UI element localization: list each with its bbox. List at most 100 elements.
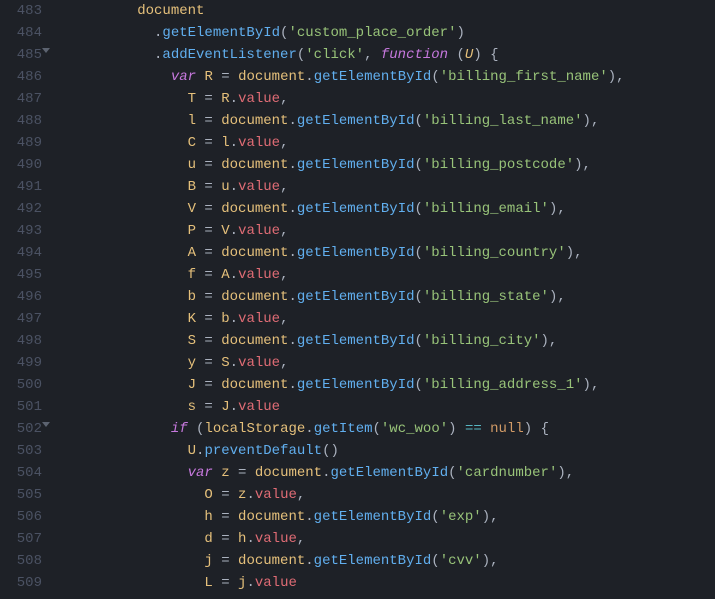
code-line[interactable]: C = l.value, — [70, 132, 715, 154]
code-line[interactable]: L = j.value — [70, 572, 715, 594]
line-number[interactable]: 493 — [6, 220, 42, 242]
line-number[interactable]: 485 — [6, 44, 42, 66]
line-number[interactable]: 486 — [6, 66, 42, 88]
line-number[interactable]: 483 — [6, 0, 42, 22]
code-line[interactable]: b = document.getElementById('billing_sta… — [70, 286, 715, 308]
token-pn: ), — [608, 69, 625, 85]
token-pn: . — [288, 289, 296, 305]
code-line[interactable]: var R = document.getElementById('billing… — [70, 66, 715, 88]
code-line[interactable]: O = z.value, — [70, 484, 715, 506]
code-line[interactable]: B = u.value, — [70, 176, 715, 198]
code-line[interactable]: var z = document.getElementById('cardnum… — [70, 462, 715, 484]
code-line[interactable]: .getElementById('custom_place_order') — [70, 22, 715, 44]
token-str: 'custom_place_order' — [288, 25, 456, 41]
line-number[interactable]: 505 — [6, 484, 42, 506]
line-number[interactable]: 503 — [6, 440, 42, 462]
code-line[interactable]: V = document.getElementById('billing_ema… — [70, 198, 715, 220]
token-str: 'click' — [305, 47, 364, 63]
line-number[interactable]: 509 — [6, 572, 42, 594]
token-pn: = — [196, 355, 221, 371]
token-pn: . — [305, 421, 313, 437]
token-pn: ( — [448, 47, 465, 63]
line-number[interactable]: 492 — [6, 198, 42, 220]
token-obj: document — [238, 553, 305, 569]
token-var: u — [221, 179, 229, 195]
code-line[interactable]: A = document.getElementById('billing_cou… — [70, 242, 715, 264]
token-pn: = — [196, 245, 221, 261]
token-obj: document — [221, 245, 288, 261]
token-pn: . — [305, 509, 313, 525]
code-line[interactable]: J = document.getElementById('billing_add… — [70, 374, 715, 396]
fold-indicator-icon[interactable] — [42, 422, 50, 427]
token-method: getElementById — [331, 465, 449, 481]
token-pn: = — [213, 531, 238, 547]
code-editor: 4834844854864874884894904914924934944954… — [0, 0, 715, 599]
line-number[interactable]: 496 — [6, 286, 42, 308]
token-method: getItem — [314, 421, 373, 437]
code-line[interactable]: y = S.value, — [70, 352, 715, 374]
token-method: getElementById — [297, 245, 415, 261]
token-pn: ), — [549, 201, 566, 217]
line-number[interactable]: 489 — [6, 132, 42, 154]
code-line[interactable]: u = document.getElementById('billing_pos… — [70, 154, 715, 176]
code-line[interactable]: P = V.value, — [70, 220, 715, 242]
line-number[interactable]: 501 — [6, 396, 42, 418]
token-obj: document — [238, 69, 305, 85]
line-number[interactable]: 498 — [6, 330, 42, 352]
token-str: 'billing_address_1' — [423, 377, 583, 393]
token-obj: localStorage — [204, 421, 305, 437]
code-line[interactable]: document — [70, 0, 715, 22]
token-pn: ) — [448, 421, 465, 437]
fold-indicator-icon[interactable] — [42, 48, 50, 53]
token-pn: () — [322, 443, 339, 459]
line-number[interactable]: 504 — [6, 462, 42, 484]
line-number[interactable]: 494 — [6, 242, 42, 264]
line-number[interactable]: 491 — [6, 176, 42, 198]
code-area[interactable]: document .getElementById('custom_place_o… — [52, 0, 715, 599]
line-number[interactable]: 508 — [6, 550, 42, 572]
code-line[interactable]: if (localStorage.getItem('wc_woo') == nu… — [70, 418, 715, 440]
line-number[interactable]: 506 — [6, 506, 42, 528]
token-method: getElementById — [297, 289, 415, 305]
code-line[interactable]: s = J.value — [70, 396, 715, 418]
code-line[interactable]: T = R.value, — [70, 88, 715, 110]
token-pn: ( — [431, 553, 439, 569]
code-line[interactable]: l = document.getElementById('billing_las… — [70, 110, 715, 132]
line-number[interactable]: 488 — [6, 110, 42, 132]
token-prop: value — [238, 399, 280, 415]
code-line[interactable]: U.preventDefault() — [70, 440, 715, 462]
line-number[interactable]: 484 — [6, 22, 42, 44]
token-pn: = — [196, 223, 221, 239]
token-pn: . — [246, 531, 254, 547]
token-obj: document — [255, 465, 322, 481]
line-number[interactable]: 507 — [6, 528, 42, 550]
token-pn: , — [280, 267, 288, 283]
token-pn: , — [280, 91, 288, 107]
code-line[interactable]: d = h.value, — [70, 528, 715, 550]
token-pn: ), — [541, 333, 558, 349]
code-line[interactable]: K = b.value, — [70, 308, 715, 330]
line-number[interactable]: 497 — [6, 308, 42, 330]
line-number[interactable]: 495 — [6, 264, 42, 286]
token-var: B — [188, 179, 196, 195]
line-number[interactable]: 487 — [6, 88, 42, 110]
token-method: preventDefault — [204, 443, 322, 459]
line-number-gutter[interactable]: 4834844854864874884894904914924934944954… — [0, 0, 52, 599]
token-pn: . — [230, 311, 238, 327]
token-pn: ( — [448, 465, 456, 481]
token-prop: value — [238, 355, 280, 371]
line-number[interactable]: 502 — [6, 418, 42, 440]
code-line[interactable]: f = A.value, — [70, 264, 715, 286]
code-line[interactable]: S = document.getElementById('billing_cit… — [70, 330, 715, 352]
token-pn: . — [230, 223, 238, 239]
code-line[interactable]: h = document.getElementById('exp'), — [70, 506, 715, 528]
token-obj: document — [137, 3, 204, 19]
line-number[interactable]: 490 — [6, 154, 42, 176]
token-var: d — [204, 531, 212, 547]
line-number[interactable]: 500 — [6, 374, 42, 396]
code-line[interactable]: j = document.getElementById('cvv'), — [70, 550, 715, 572]
code-line[interactable]: .addEventListener('click', function (U) … — [70, 44, 715, 66]
token-pn: = — [196, 399, 221, 415]
line-number[interactable]: 499 — [6, 352, 42, 374]
token-method: getElementById — [297, 201, 415, 217]
